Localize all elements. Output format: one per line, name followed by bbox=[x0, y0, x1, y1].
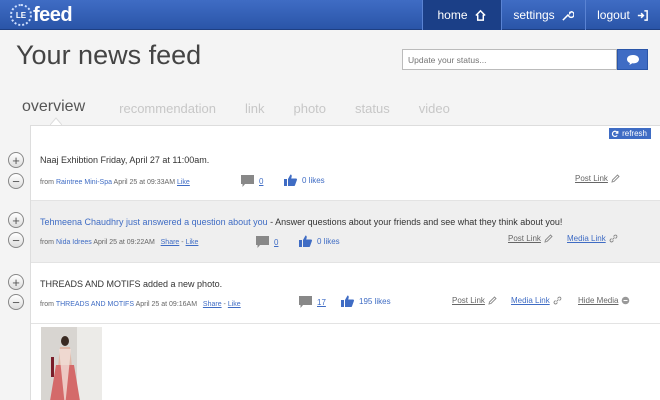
nav-settings-label: settings bbox=[513, 8, 555, 22]
collapse-button[interactable]: − bbox=[8, 294, 24, 310]
entry-meta: from Nida Idrees April 25 at 09:22AM Sha… bbox=[40, 239, 199, 246]
entry-meta: from THREADS AND MOTIFS April 25 at 09:1… bbox=[40, 301, 241, 308]
logo[interactable]: LE feed bbox=[10, 3, 73, 27]
status-update-box bbox=[402, 49, 648, 70]
post-link-action[interactable]: Post Link bbox=[508, 234, 553, 243]
entry-headline-link[interactable]: Tehmeena Chaudhry just answered a questi… bbox=[40, 217, 268, 227]
wrench-icon bbox=[562, 10, 574, 21]
status-input[interactable] bbox=[402, 49, 617, 70]
thumbs-up-icon bbox=[299, 235, 312, 247]
news-feed: refresh Naaj Exhibtion Friday, April 27 … bbox=[30, 125, 660, 400]
share-link[interactable]: Share bbox=[161, 239, 180, 246]
hide-icon bbox=[622, 296, 630, 305]
like-counter[interactable]: 0 likes bbox=[284, 174, 325, 186]
collapse-button[interactable]: − bbox=[8, 173, 24, 189]
nav-logout-label: logout bbox=[597, 8, 630, 22]
page-title: Your news feed bbox=[16, 40, 202, 70]
comment-counter[interactable]: 17 bbox=[299, 296, 326, 308]
nav-home[interactable]: home bbox=[422, 0, 501, 30]
top-bar: LE feed home settings logout bbox=[0, 0, 660, 30]
main-nav: home settings logout bbox=[422, 0, 660, 30]
share-link[interactable]: Share bbox=[203, 301, 222, 308]
tab-overview[interactable]: overview bbox=[22, 98, 85, 116]
refresh-button[interactable]: refresh bbox=[609, 128, 651, 139]
feed-tabs: overview recommendation link photo statu… bbox=[22, 90, 479, 116]
entry-text: Tehmeena Chaudhry just answered a questi… bbox=[40, 217, 563, 227]
comment-counter[interactable]: 0 bbox=[256, 236, 278, 248]
like-counter[interactable]: 195 likes bbox=[341, 295, 391, 307]
tab-status[interactable]: status bbox=[355, 101, 390, 116]
feed-entry: Tehmeena Chaudhry just answered a questi… bbox=[31, 201, 660, 262]
entry-meta: from Raintree Mini-Spa April 25 at 09:33… bbox=[40, 179, 190, 186]
like-link[interactable]: Like bbox=[228, 301, 241, 308]
status-submit-button[interactable] bbox=[617, 49, 648, 70]
logout-icon bbox=[637, 9, 648, 21]
post-link-action[interactable]: Post Link bbox=[452, 296, 497, 305]
active-tab-pointer bbox=[50, 117, 62, 125]
home-icon bbox=[474, 9, 486, 21]
nav-logout[interactable]: logout bbox=[585, 0, 660, 30]
speech-bubble-icon bbox=[626, 54, 639, 65]
entry-source-link[interactable]: THREADS AND MOTIFS bbox=[56, 301, 134, 308]
post-photo-thumbnail[interactable] bbox=[41, 327, 102, 400]
thumbs-up-icon bbox=[341, 295, 354, 307]
nav-settings[interactable]: settings bbox=[501, 0, 585, 30]
refresh-icon bbox=[611, 130, 619, 137]
chain-link-icon bbox=[553, 296, 562, 305]
nav-home-label: home bbox=[437, 8, 468, 22]
edit-icon bbox=[488, 296, 497, 305]
entry-source-link[interactable]: Nida Idrees bbox=[56, 239, 92, 246]
media-link-action[interactable]: Media Link bbox=[511, 296, 562, 305]
entry-text: Naaj Exhibtion Friday, April 27 at 11:00… bbox=[40, 155, 210, 165]
entry-source-link[interactable]: Raintree Mini-Spa bbox=[56, 179, 112, 186]
tab-link[interactable]: link bbox=[245, 101, 265, 116]
edit-icon bbox=[544, 234, 553, 243]
collapse-button[interactable]: − bbox=[8, 232, 24, 248]
expand-button[interactable]: + bbox=[8, 212, 24, 228]
hide-media-action[interactable]: Hide Media bbox=[578, 296, 630, 305]
tab-video[interactable]: video bbox=[419, 101, 450, 116]
tab-recommendation[interactable]: recommendation bbox=[119, 101, 216, 116]
like-link[interactable]: Like bbox=[177, 179, 190, 186]
media-link-action[interactable]: Media Link bbox=[567, 234, 618, 243]
like-counter[interactable]: 0 likes bbox=[299, 235, 340, 247]
expand-button[interactable]: + bbox=[8, 274, 24, 290]
photo-figure bbox=[41, 327, 102, 400]
comment-icon bbox=[299, 296, 312, 308]
feed-entry: THREADS AND MOTIFS added a new photo. fr… bbox=[31, 263, 660, 323]
entry-divider bbox=[31, 323, 660, 324]
refresh-label: refresh bbox=[622, 129, 647, 138]
logo-text: feed bbox=[33, 3, 73, 26]
entry-text: THREADS AND MOTIFS added a new photo. bbox=[40, 279, 223, 289]
thumbs-up-icon bbox=[284, 174, 297, 186]
expand-button[interactable]: + bbox=[8, 152, 24, 168]
edit-icon bbox=[611, 174, 620, 183]
post-link-action[interactable]: Post Link bbox=[575, 174, 620, 183]
like-link[interactable]: Like bbox=[186, 239, 199, 246]
comment-icon bbox=[256, 236, 269, 248]
chain-link-icon bbox=[609, 234, 618, 243]
tab-photo[interactable]: photo bbox=[293, 101, 326, 116]
comment-icon bbox=[241, 175, 254, 187]
comment-counter[interactable]: 0 bbox=[241, 175, 263, 187]
feed-entry: Naaj Exhibtion Friday, April 27 at 11:00… bbox=[31, 140, 660, 200]
logo-badge: LE bbox=[10, 4, 32, 26]
